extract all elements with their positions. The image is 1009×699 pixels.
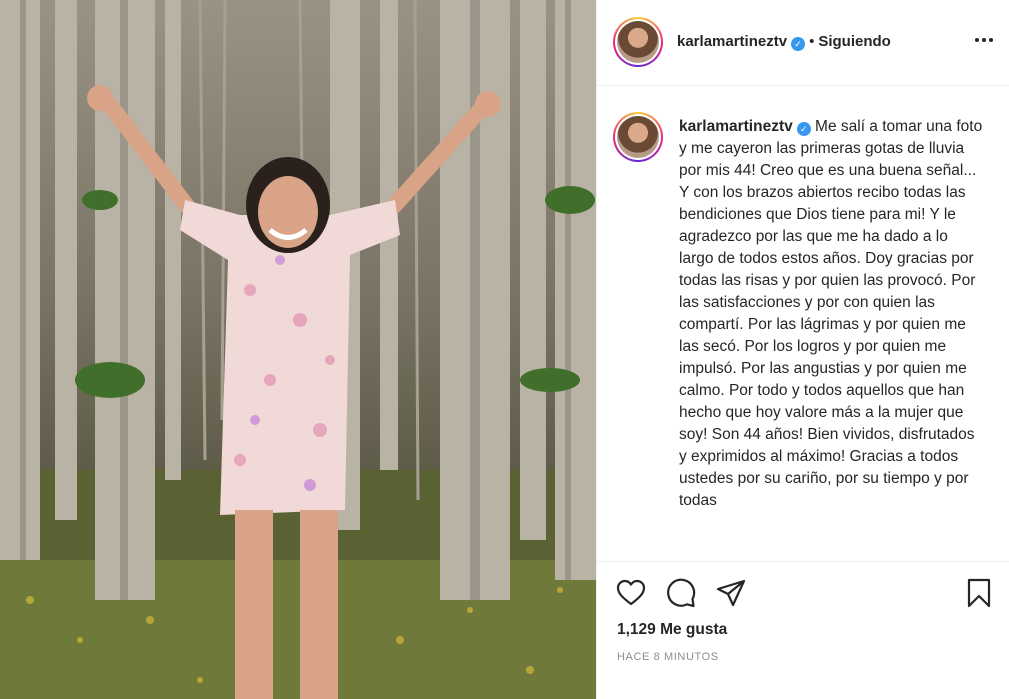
header-user-line: karlamartineztv ✓ • Siguiendo	[677, 33, 891, 51]
caption-avatar[interactable]	[613, 112, 663, 162]
separator-dot: •	[809, 33, 815, 50]
follow-button[interactable]: Siguiendo	[818, 33, 891, 50]
verified-badge-icon: ✓	[791, 37, 806, 51]
caption-area[interactable]: karlamartineztv ✓ Me salí a tomar una fot…	[597, 86, 1009, 561]
more-options-icon[interactable]	[974, 30, 994, 50]
caption-text: Me salí a tomar una foto y me cayeron la…	[679, 118, 983, 509]
comment-icon[interactable]	[665, 577, 697, 609]
caption: karlamartineztv ✓ Me salí a tomar una fot…	[679, 116, 985, 512]
author-avatar[interactable]	[613, 17, 663, 67]
share-icon[interactable]	[715, 577, 747, 609]
like-count[interactable]: 1,129 Me gusta	[617, 621, 727, 639]
heart-icon[interactable]	[615, 577, 647, 609]
post-photo[interactable]	[0, 0, 596, 699]
avatar-image	[617, 21, 659, 63]
post-actions: 1,129 Me gusta Hace 8 minutos	[597, 561, 1009, 699]
post-header: karlamartineztv ✓ • Siguiendo	[597, 0, 1009, 86]
avatar-image	[617, 116, 659, 158]
photo-illustration	[0, 0, 596, 699]
post-detail-panel: karlamartineztv ✓ • Siguiendo karlamartinez…	[596, 0, 1009, 699]
caption-username[interactable]: karlamartineztv	[679, 118, 793, 135]
post-timestamp[interactable]: Hace 8 minutos	[617, 651, 719, 663]
author-username[interactable]: karlamartineztv	[677, 33, 787, 50]
bookmark-icon[interactable]	[963, 577, 995, 609]
verified-badge-icon: ✓	[796, 122, 811, 136]
